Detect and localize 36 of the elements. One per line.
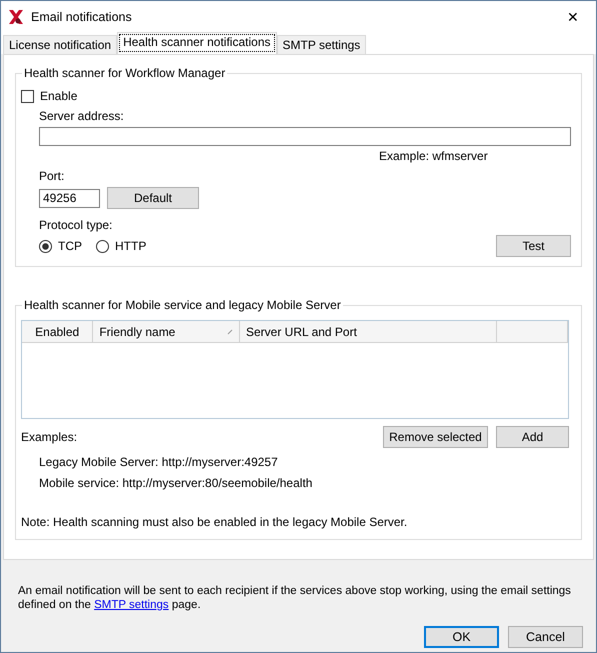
app-logo-icon	[8, 9, 24, 25]
column-header[interactable]: Enabled	[22, 321, 94, 343]
test-button[interactable]: Test	[496, 235, 571, 257]
examples-label: Examples:	[21, 430, 78, 444]
enable-checkbox[interactable]	[21, 90, 34, 102]
field-label: Port:	[39, 169, 66, 183]
group-title: Health scanner for Workflow Manager	[22, 66, 228, 80]
tab[interactable]: SMTP settings	[276, 35, 366, 54]
radio-button[interactable]	[39, 240, 52, 252]
group-title: Health scanner for Mobile service and legacy Mobile Server	[22, 298, 343, 312]
radio-button[interactable]	[96, 240, 109, 252]
default-button[interactable]: Default	[107, 187, 199, 209]
window-title: Email notifications	[31, 10, 133, 24]
remove-selected-button[interactable]: Remove selected	[383, 426, 488, 448]
example-text: Legacy Mobile Server: http://myserver:49257	[38, 455, 279, 469]
server-address-field[interactable]	[39, 127, 571, 146]
column-header[interactable]: Server URL and Port	[240, 321, 497, 343]
checkbox-label: Enable	[40, 89, 78, 103]
sort-icon	[227, 329, 233, 335]
cancel-button[interactable]: Cancel	[508, 626, 583, 648]
add-button[interactable]: Add	[496, 426, 569, 448]
tab[interactable]: License notification	[3, 35, 118, 54]
smtp-settings-link[interactable]: SMTP settings	[94, 599, 169, 611]
field-label: Protocol type:	[39, 218, 114, 232]
ok-button[interactable]: OK	[424, 626, 499, 648]
radio-label: TCP	[58, 239, 82, 253]
note-text: Note: Health scanning must also be enabled in the legacy Mobile Server.	[21, 515, 408, 529]
info-text: An email notification will be sent to each recipient if the services above stop working, using the email settings defined on the SMTP settings page.	[18, 584, 572, 612]
close-button[interactable]: ✕	[550, 9, 596, 25]
port-field[interactable]: 49256	[39, 188, 100, 208]
column-header[interactable]: Friendly name	[93, 321, 240, 343]
field-label: Server address:	[39, 109, 125, 123]
example-text: Mobile service: http://myserver:80/seemobile/health	[38, 476, 314, 490]
tab[interactable]: Health scanner notifications	[117, 32, 276, 54]
radio-label: HTTP	[115, 239, 146, 253]
example-text: Example: wfmserver	[379, 149, 488, 163]
